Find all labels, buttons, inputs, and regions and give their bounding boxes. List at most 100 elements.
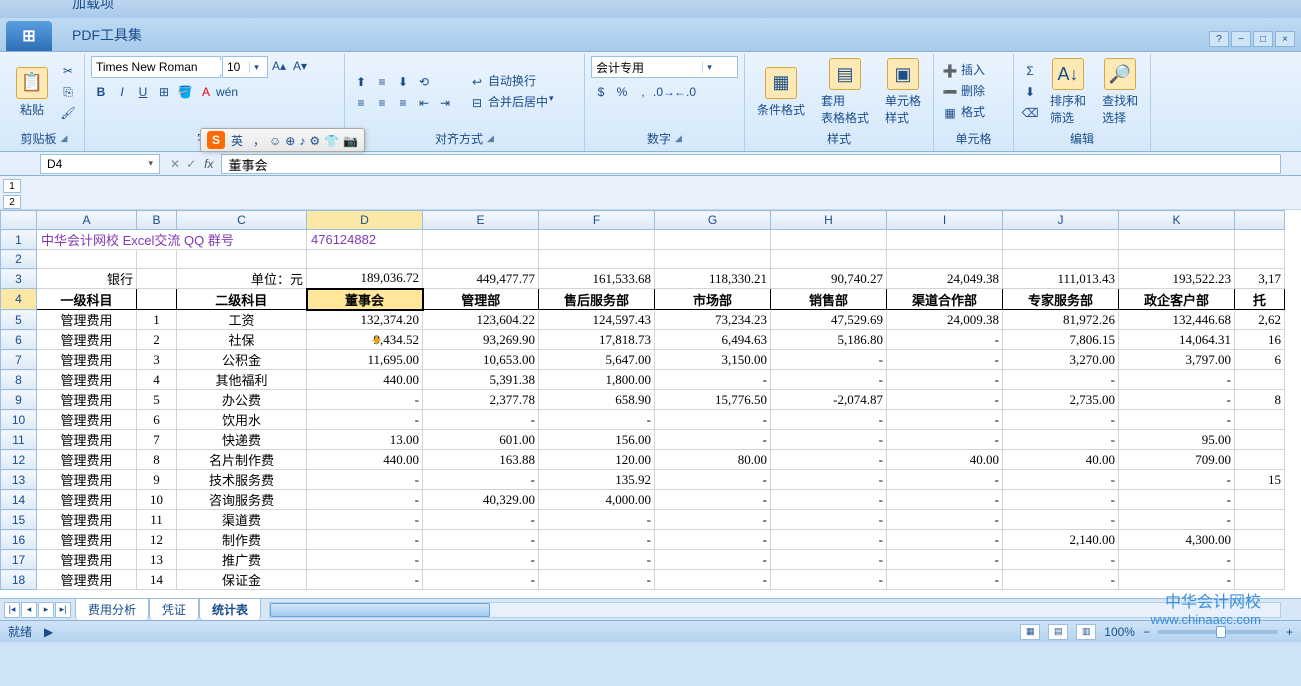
outline-level-1[interactable]: 1 [3,179,21,193]
cell[interactable]: 440.00 [307,450,423,470]
cell[interactable]: 政企客户部 [1119,289,1235,310]
cell[interactable]: - [307,530,423,550]
cell[interactable]: 管理费用 [37,390,137,410]
tab-PDF工具集[interactable]: PDF工具集 [58,19,156,51]
cell[interactable]: 2,62 [1235,310,1285,330]
cell[interactable]: 8 [137,450,177,470]
clear-icon[interactable]: ⌫ [1020,103,1040,123]
cell[interactable]: 13.00 [307,430,423,450]
cell[interactable] [771,250,887,269]
ime-tool-icon[interactable]: 📷 [343,134,358,148]
cell[interactable]: 2,735.00 [1003,390,1119,410]
cell[interactable]: - [655,490,771,510]
cell[interactable]: 快递费 [177,430,307,450]
cell[interactable] [1235,490,1285,510]
cell[interactable]: - [539,530,655,550]
cell[interactable]: 4 [137,370,177,390]
cell[interactable] [177,250,307,269]
cell[interactable]: 专家服务部 [1003,289,1119,310]
cell[interactable]: - [423,530,539,550]
fill-icon[interactable]: ⬇ [1020,82,1040,102]
cell[interactable] [307,250,423,269]
cancel-formula-icon[interactable]: ✕ [170,157,180,171]
cell[interactable]: - [771,450,887,470]
inc-decimal-icon[interactable]: .0→ [654,82,674,102]
cell[interactable]: 二级科目 [177,289,307,310]
cell[interactable]: 15,776.50 [655,390,771,410]
chevron-down-icon[interactable]: ▾ [249,62,263,73]
cell[interactable]: 81,972.26 [1003,310,1119,330]
cell[interactable] [423,230,539,250]
comma-icon[interactable]: , [633,82,653,102]
cell[interactable] [1235,250,1285,269]
cell[interactable] [887,230,1003,250]
cell[interactable]: - [1003,570,1119,590]
cell[interactable]: - [655,370,771,390]
cell[interactable] [1119,230,1235,250]
cell[interactable]: - [1003,370,1119,390]
cell[interactable]: - [887,490,1003,510]
ime-tool-icon[interactable]: ⚙ [309,134,320,148]
row-header[interactable]: 8 [1,370,37,390]
cell[interactable]: - [771,550,887,570]
col-header-H[interactable]: H [771,211,887,230]
outline-level-2[interactable]: 2 [3,195,21,209]
cell[interactable]: 管理费用 [37,550,137,570]
cell[interactable] [1235,230,1285,250]
cell[interactable] [1119,250,1235,269]
sheet-tab-费用分析[interactable]: 费用分析 [75,598,149,620]
cell[interactable]: - [307,550,423,570]
cell[interactable]: 95.00 [1119,430,1235,450]
row-header[interactable]: 18 [1,570,37,590]
cell[interactable]: 1 [137,310,177,330]
cell[interactable] [539,250,655,269]
col-header-A[interactable]: A [37,211,137,230]
row-header[interactable]: 17 [1,550,37,570]
view-normal-icon[interactable]: ▦ [1020,624,1040,640]
cell[interactable]: - [423,510,539,530]
cell[interactable]: 银行 [37,269,137,289]
cell[interactable]: - [655,410,771,430]
cell[interactable]: 189,036.72 [307,269,423,289]
cell[interactable]: 80.00 [655,450,771,470]
cell[interactable]: 推广费 [177,550,307,570]
cell[interactable]: 123,604.22 [423,310,539,330]
cell[interactable]: 47,529.69 [771,310,887,330]
cell[interactable]: - [887,390,1003,410]
zoom-out-icon[interactable]: − [1143,625,1150,639]
cell[interactable]: 5,647.00 [539,350,655,370]
cell[interactable]: 156.00 [539,430,655,450]
cell[interactable]: 658.90 [539,390,655,410]
percent-icon[interactable]: % [612,82,632,102]
cell[interactable]: 17,818.73 [539,330,655,350]
cell[interactable]: 公积金 [177,350,307,370]
help-icon[interactable]: ? [1209,31,1229,47]
cell[interactable]: - [887,550,1003,570]
macro-record-icon[interactable]: ▶ [44,625,53,639]
orientation-icon[interactable]: ⟲ [414,72,434,92]
cell[interactable] [1003,230,1119,250]
align-center-icon[interactable]: ≡ [372,93,392,113]
cell[interactable]: 技术服务费 [177,470,307,490]
cell[interactable]: - [307,490,423,510]
row-header[interactable]: 5 [1,310,37,330]
cell[interactable]: - [1119,570,1235,590]
cell[interactable]: 渠道合作部 [887,289,1003,310]
cell[interactable]: - [1119,490,1235,510]
cell[interactable] [1235,550,1285,570]
cell[interactable] [37,250,137,269]
cell[interactable]: 440.00 [307,370,423,390]
fx-icon[interactable]: fx [204,157,213,171]
cell[interactable]: - [1119,510,1235,530]
row-header[interactable]: 13 [1,470,37,490]
align-top-icon[interactable]: ⬆ [351,72,371,92]
row-header[interactable]: 3 [1,269,37,289]
autosum-icon[interactable]: Σ [1020,61,1040,81]
col-header-D[interactable]: D [307,211,423,230]
font-size-input[interactable] [223,60,249,74]
find-select-button[interactable]: 🔎查找和 选择 [1096,56,1144,128]
cell[interactable]: - [307,410,423,430]
cell[interactable]: 售后服务部 [539,289,655,310]
view-layout-icon[interactable]: ▤ [1048,624,1068,640]
italic-icon[interactable]: I [112,82,132,102]
